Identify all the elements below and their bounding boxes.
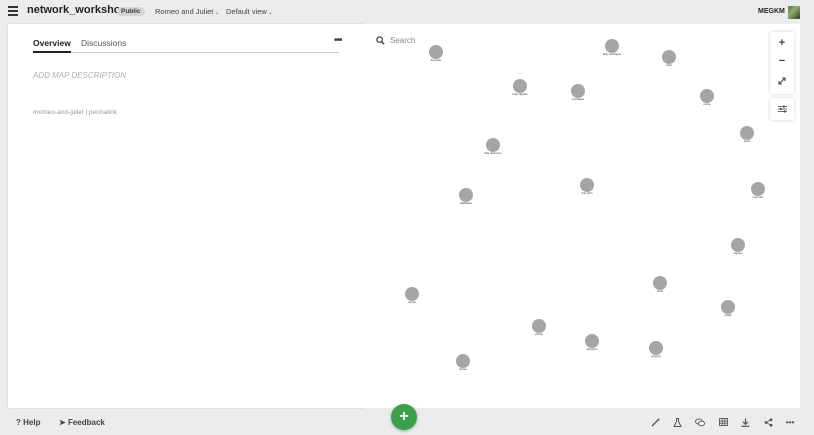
expand-icon	[778, 77, 786, 85]
map-node[interactable]	[585, 334, 599, 348]
map-node[interactable]	[751, 182, 765, 196]
map-node[interactable]	[649, 341, 663, 355]
table-icon[interactable]	[718, 417, 728, 427]
map-node[interactable]	[580, 178, 594, 192]
map-node[interactable]	[405, 287, 419, 301]
map-selector-label: Romeo and Juliet	[155, 7, 214, 16]
sidebar-panel: Overview Discussions ••• ADD MAP DESCRIP…	[8, 24, 364, 408]
map-node[interactable]	[456, 354, 470, 368]
chat-icon[interactable]	[695, 417, 705, 427]
map-node[interactable]	[513, 79, 527, 93]
project-title[interactable]: network_workshop	[27, 4, 127, 16]
more-icon[interactable]: •••	[785, 417, 795, 427]
separator: |	[85, 109, 88, 116]
map-node[interactable]	[459, 188, 473, 202]
fit-view-button[interactable]	[770, 72, 794, 90]
user-name[interactable]: MEGKM	[758, 8, 785, 15]
map-canvas[interactable]: + − benvoliolady montaguejulietlady capu…	[364, 24, 800, 408]
feedback-link[interactable]: ➤ Feedback	[59, 418, 105, 427]
map-selector[interactable]: Romeo and Juliet⌄	[155, 7, 219, 16]
visibility-badge: Public	[117, 7, 145, 16]
map-node[interactable]	[532, 319, 546, 333]
wand-icon[interactable]	[650, 417, 660, 427]
download-icon[interactable]	[740, 417, 750, 427]
flask-icon[interactable]	[672, 417, 682, 427]
top-bar: network_workshop Public Romeo and Juliet…	[0, 0, 814, 24]
map-description-field[interactable]: ADD MAP DESCRIPTION	[33, 71, 126, 80]
sidebar-tabs: Overview Discussions	[33, 37, 339, 53]
feedback-label: Feedback	[67, 418, 105, 427]
map-node[interactable]	[653, 276, 667, 290]
map-node[interactable]	[731, 238, 745, 252]
send-icon: ➤	[59, 418, 66, 427]
plus-icon: +	[399, 408, 409, 425]
tab-discussions[interactable]: Discussions	[81, 38, 126, 48]
share-icon[interactable]	[763, 417, 773, 427]
permalink-link[interactable]: permalink	[89, 109, 117, 116]
sliders-icon	[777, 105, 787, 113]
zoom-in-button[interactable]: +	[770, 34, 794, 52]
zoom-out-button[interactable]: −	[770, 52, 794, 70]
add-element-button[interactable]: +	[391, 404, 417, 430]
help-icon: ?	[16, 418, 21, 427]
avatar[interactable]	[788, 6, 800, 19]
map-node[interactable]	[721, 300, 735, 314]
tag-line: #romeo-and-juliet | permalink	[33, 109, 117, 116]
help-link[interactable]: ? Help	[16, 418, 40, 427]
map-node[interactable]	[486, 138, 500, 152]
view-selector[interactable]: Default view⌄	[226, 7, 273, 16]
search-input[interactable]	[390, 34, 510, 47]
map-node[interactable]	[740, 126, 754, 140]
chevron-down-icon: ⌄	[267, 10, 273, 16]
filter-button[interactable]	[770, 98, 794, 120]
chevron-down-icon: ⌄	[214, 10, 220, 16]
map-node[interactable]	[662, 50, 676, 64]
map-node[interactable]	[571, 84, 585, 98]
tab-overview[interactable]: Overview	[33, 38, 71, 48]
zoom-controls: + −	[770, 32, 794, 94]
menu-icon[interactable]	[8, 6, 18, 16]
map-node[interactable]	[429, 45, 443, 59]
help-label: Help	[23, 418, 41, 427]
more-options-icon[interactable]: •••	[334, 35, 342, 46]
tag-link[interactable]: #romeo-and-juliet	[33, 109, 84, 116]
map-node[interactable]	[700, 89, 714, 103]
active-tab-indicator	[33, 51, 71, 53]
view-selector-label: Default view	[226, 7, 267, 16]
map-node[interactable]	[605, 39, 619, 53]
search-icon	[376, 36, 385, 45]
